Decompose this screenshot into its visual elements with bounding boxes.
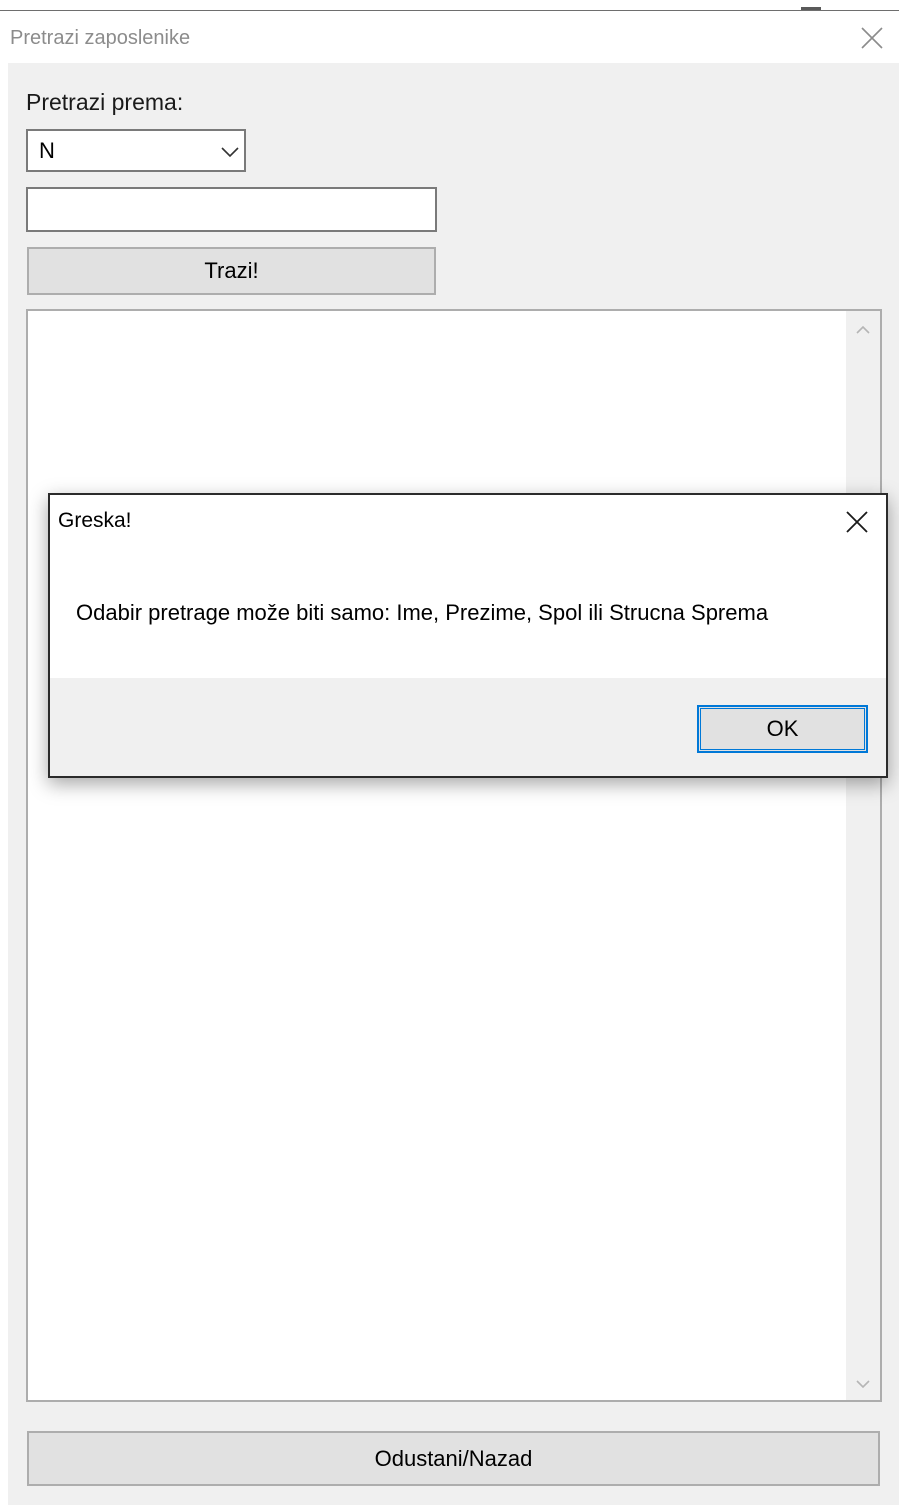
search-by-dropdown[interactable]: N (26, 129, 246, 172)
error-dialog: Greska! Odabir pretrage može biti samo: … (48, 493, 888, 778)
window-top-accent (801, 7, 821, 10)
search-employees-window: Pretrazi zaposlenike Pretrazi prema: N T… (0, 0, 899, 1505)
search-button[interactable]: Trazi! (27, 247, 436, 295)
chevron-down-icon (221, 147, 239, 158)
dialog-message: Odabir pretrage može biti samo: Ime, Pre… (76, 600, 769, 625)
close-icon (846, 511, 868, 533)
close-icon (861, 27, 883, 49)
results-scrollbar[interactable] (846, 311, 880, 1400)
window-close-button[interactable] (858, 24, 886, 52)
results-list[interactable] (26, 309, 882, 1402)
dialog-title: Greska! (58, 509, 132, 532)
scroll-down-arrow-icon[interactable] (852, 1375, 874, 1393)
dialog-close-button[interactable] (842, 507, 872, 537)
scroll-up-arrow-icon[interactable] (852, 321, 874, 339)
search-text-input[interactable] (26, 187, 437, 232)
search-by-selected-value: N (39, 138, 55, 163)
window-title: Pretrazi zaposlenike (10, 27, 191, 49)
search-by-label: Pretrazi prema: (26, 89, 184, 115)
ok-button[interactable]: OK (697, 705, 868, 753)
cancel-back-button[interactable]: Odustani/Nazad (27, 1431, 880, 1486)
